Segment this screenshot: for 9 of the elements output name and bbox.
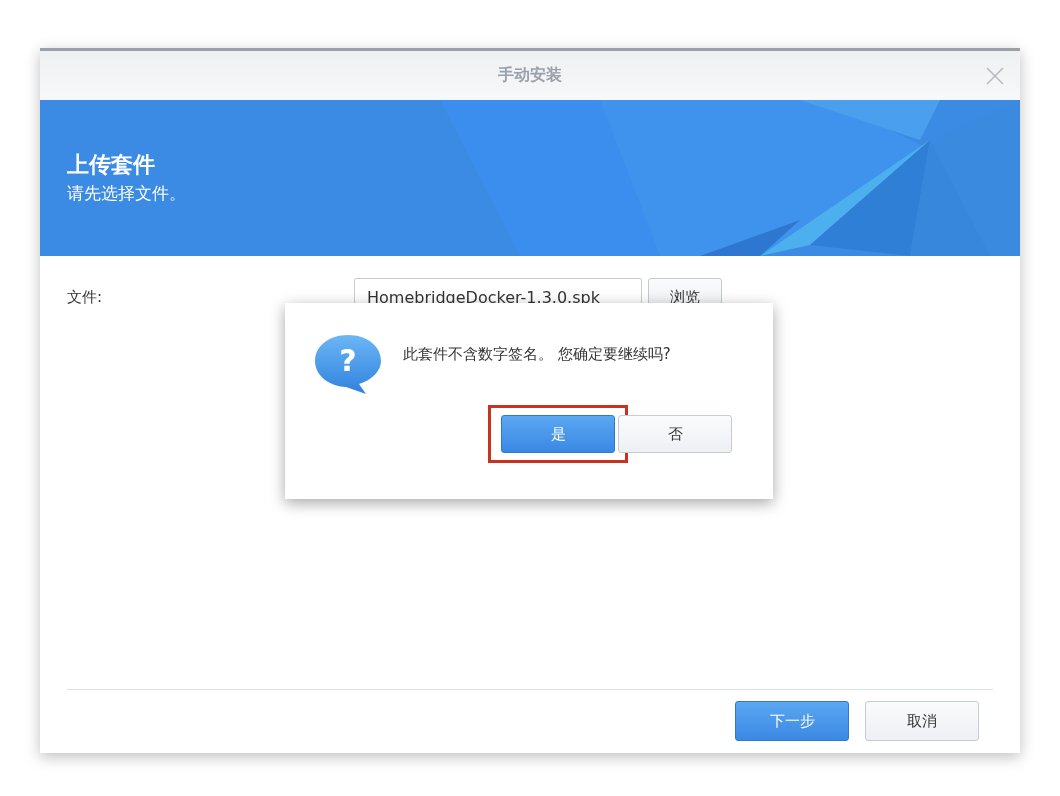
- window-title: 手动安装: [498, 65, 562, 86]
- question-bubble-icon: ?: [313, 333, 383, 395]
- banner-subtitle: 请先选择文件。: [67, 182, 186, 205]
- close-icon[interactable]: [986, 67, 1004, 85]
- banner-title: 上传套件: [67, 151, 155, 179]
- dialog-message: 此套件不含数字签名。 您确定要继续吗?: [403, 345, 671, 364]
- cancel-button[interactable]: 取消: [865, 701, 979, 741]
- no-button[interactable]: 否: [618, 415, 732, 453]
- file-label: 文件:: [67, 287, 104, 307]
